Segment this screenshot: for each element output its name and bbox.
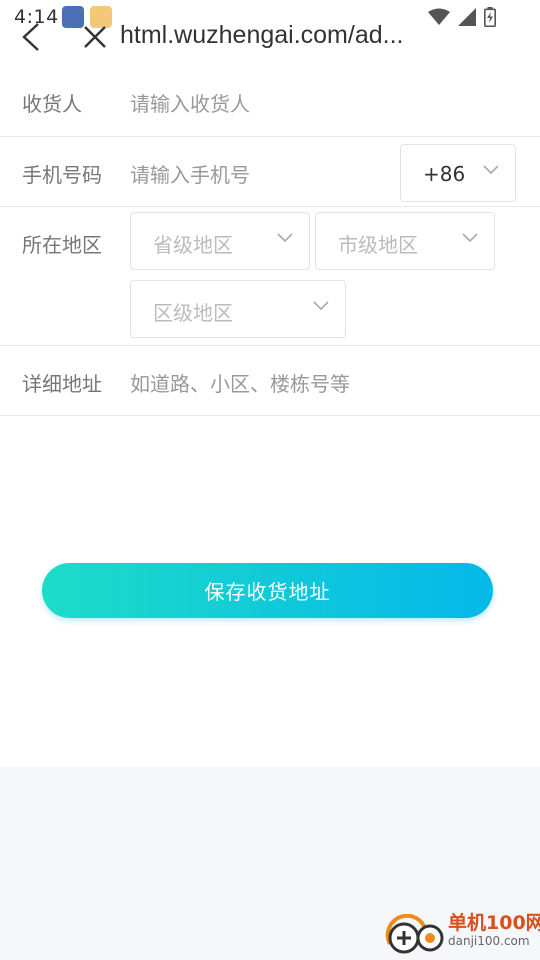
country-code-value: +86: [423, 162, 466, 186]
address-form: 收货人 请输入收货人 手机号码 请输入手机号 +86 所在地区 省级地区 市级地…: [0, 66, 540, 416]
save-address-button[interactable]: 保存收货地址: [42, 563, 493, 618]
city-select-value: 市级地区: [338, 233, 418, 257]
city-select[interactable]: 市级地区: [315, 212, 495, 270]
close-icon: [84, 26, 106, 48]
address-input[interactable]: 如道路、小区、楼栋号等: [130, 368, 350, 397]
province-select-value: 省级地区: [153, 233, 233, 257]
watermark-domain: danji100.com: [448, 934, 530, 948]
phone-input[interactable]: 请输入手机号: [130, 159, 250, 188]
phone-row: 手机号码 请输入手机号 +86: [0, 137, 540, 207]
district-select-value: 区级地区: [153, 301, 233, 325]
page: 4:14 html.wuzhengai.com/ad... 收货人 请输入收货人…: [0, 0, 540, 960]
consignee-input[interactable]: 请输入收货人: [130, 88, 250, 117]
watermark: 单机100网 danji100.com: [384, 906, 540, 956]
chevron-down-icon: [313, 301, 329, 311]
chevron-down-icon: [483, 165, 499, 175]
phone-label: 手机号码: [22, 163, 102, 187]
close-button[interactable]: [78, 20, 112, 54]
region-label: 所在地区: [22, 233, 102, 257]
address-label: 详细地址: [22, 372, 102, 396]
region-row: 所在地区 省级地区 市级地区 区级地区: [0, 207, 540, 346]
back-button[interactable]: [14, 20, 48, 54]
district-select[interactable]: 区级地区: [130, 280, 346, 338]
address-row: 详细地址 如道路、小区、楼栋号等: [0, 346, 540, 416]
page-url: html.wuzhengai.com/ad...: [120, 21, 404, 49]
consignee-label: 收货人: [22, 92, 82, 116]
watermark-logo-icon: [385, 914, 444, 954]
watermark-title: 单机100网: [448, 912, 540, 934]
province-select[interactable]: 省级地区: [130, 212, 310, 270]
chevron-down-icon: [462, 233, 478, 243]
chevron-left-icon: [22, 23, 39, 51]
chevron-down-icon: [277, 233, 293, 243]
top-navigation-bar: html.wuzhengai.com/ad...: [0, 14, 540, 60]
consignee-row: 收货人 请输入收货人: [0, 66, 540, 137]
country-code-select[interactable]: +86: [400, 144, 516, 202]
